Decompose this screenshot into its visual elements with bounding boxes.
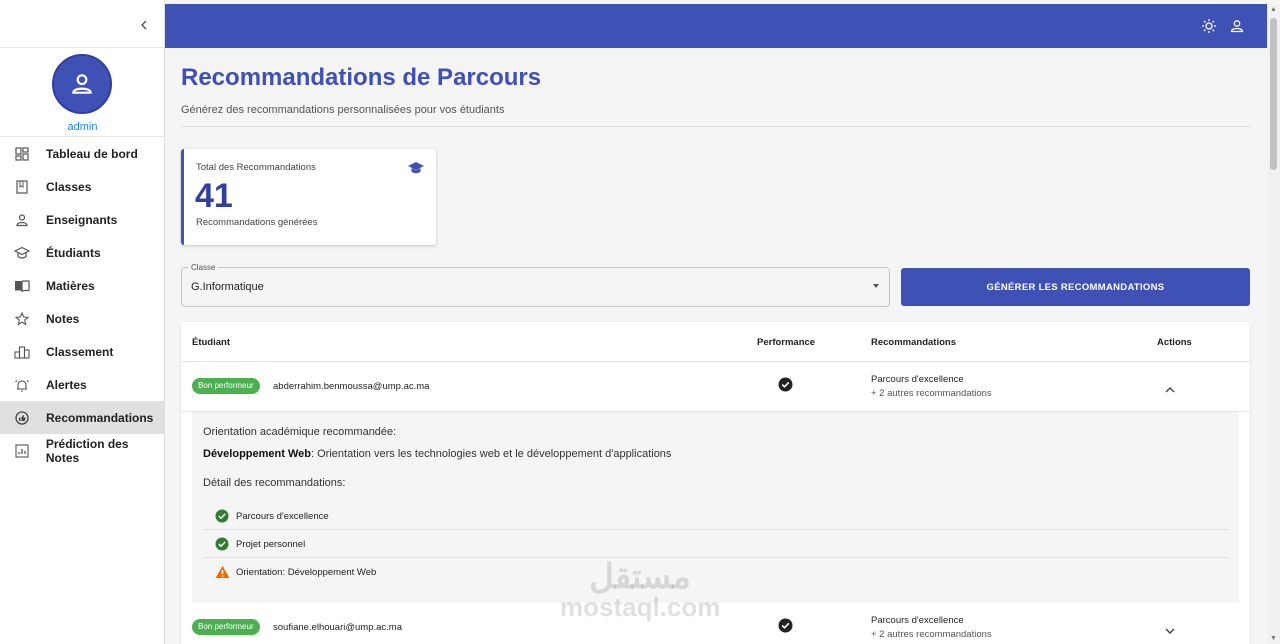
- sidebar-item-label: Tableau de bord: [46, 146, 138, 161]
- recommendation-main: Parcours d'excellence: [871, 615, 964, 626]
- school-icon: [14, 245, 30, 261]
- detail-item-text: Parcours d'excellence: [236, 511, 329, 522]
- main-content: Recommandations de Parcours Générez des …: [165, 48, 1267, 644]
- person-icon: [72, 74, 92, 94]
- analytics-icon: [14, 443, 30, 459]
- sidebar-item-label: Classes: [46, 179, 92, 194]
- list-item: Projet personnel: [203, 530, 1229, 558]
- column-header-performance: Performance: [757, 337, 816, 348]
- app-root: admin Tableau de bord Classes Enseignant…: [0, 0, 1280, 644]
- sidebar-item-tableau-de-bord[interactable]: Tableau de bord: [0, 137, 164, 170]
- orientation-title: Développement Web: [203, 448, 311, 460]
- sidebar-item-prediction-des-notes[interactable]: Prédiction des Notes: [0, 434, 164, 467]
- warning-icon: [215, 565, 230, 584]
- status-badge: Bon performeur: [192, 378, 260, 394]
- recommendation-main: Parcours d'excellence: [871, 374, 964, 385]
- scroll-up-icon[interactable]: ▲: [1269, 6, 1278, 13]
- page-title: Recommandations de Parcours: [181, 64, 542, 91]
- caret-down-icon: [873, 284, 879, 288]
- stat-caption: Recommandations générées: [196, 217, 318, 228]
- sidebar-item-notes[interactable]: Notes: [0, 302, 164, 335]
- sidebar-item-label: Alertes: [46, 377, 87, 392]
- dashboard-icon: [14, 146, 30, 162]
- stat-value: 41: [195, 177, 233, 215]
- sidebar-item-alertes[interactable]: Alertes: [0, 368, 164, 401]
- menu-book-icon: [14, 278, 30, 294]
- check-circle-icon: [215, 537, 229, 556]
- person-icon: [14, 212, 30, 228]
- column-header-actions: Actions: [1157, 337, 1192, 348]
- class-select-label: Classe: [188, 263, 219, 272]
- sidebar-item-label: Étudiants: [46, 245, 101, 260]
- detail-heading: Détail des recommandations:: [203, 477, 346, 489]
- chevron-up-icon[interactable]: [1164, 382, 1176, 400]
- avatar[interactable]: [52, 54, 112, 114]
- table-row[interactable]: Bon performeur abderrahim.benmoussa@ump.…: [181, 362, 1250, 412]
- divider: [181, 126, 1251, 127]
- check-circle-icon: [215, 509, 229, 528]
- column-header-recommendations: Recommandations: [871, 337, 956, 348]
- leaderboard-icon: [14, 344, 30, 360]
- school-icon: [407, 161, 425, 180]
- orientation-text: Développement Web: Orientation vers les …: [203, 448, 671, 460]
- list-item: Orientation: Développement Web: [203, 558, 1229, 586]
- total-recommendations-card: Total des Recommandations 41 Recommandat…: [181, 149, 436, 245]
- top-app-bar: [165, 4, 1267, 48]
- theme-toggle-icon[interactable]: [1201, 18, 1217, 34]
- detail-item-text: Orientation: Développement Web: [236, 567, 377, 578]
- status-badge: Bon performeur: [192, 619, 260, 635]
- username: admin: [67, 121, 98, 133]
- column-header-student: Étudiant: [192, 337, 230, 348]
- page-subtitle: Générez des recommandations personnalisé…: [181, 104, 505, 116]
- profile-section: admin: [0, 48, 164, 137]
- sidebar-item-label: Prédiction des Notes: [45, 436, 129, 465]
- account-icon[interactable]: [1229, 18, 1245, 34]
- check-circle-icon: [778, 618, 793, 638]
- sidebar-item-enseignants[interactable]: Enseignants: [0, 203, 164, 236]
- recommendation-detail-panel: Orientation académique recommandée: Déve…: [192, 412, 1239, 603]
- sidebar-item-label: Recommandations: [46, 410, 154, 425]
- scroll-down-icon[interactable]: ▼: [1269, 635, 1278, 642]
- sidebar-item-classement[interactable]: Classement: [0, 335, 164, 368]
- stat-label: Total des Recommandations: [196, 162, 316, 173]
- detail-item-text: Projet personnel: [236, 539, 306, 550]
- recommendation-more: + 2 autres recommandations: [871, 388, 992, 399]
- scrollbar[interactable]: ▲ ▼: [1267, 4, 1280, 644]
- table-row[interactable]: Bon performeur soufiane.elhouari@ump.ac.…: [181, 603, 1250, 644]
- orientation-heading: Orientation académique recommandée:: [203, 426, 397, 438]
- recommendation-more: + 2 autres recommandations: [871, 629, 992, 640]
- sidebar-item-label: Matières: [46, 278, 95, 293]
- orientation-description: : Orientation vers les technologies web …: [311, 448, 672, 460]
- sidebar-header: [0, 0, 164, 48]
- class-select-value: G.Informatique: [191, 281, 264, 293]
- sidebar-item-label: Classement: [46, 344, 114, 359]
- recommend-icon: [14, 410, 30, 426]
- list-item: Parcours d'excellence: [203, 502, 1229, 530]
- scroll-thumb[interactable]: [1270, 18, 1277, 170]
- recommendations-table: Étudiant Performance Recommandations Act…: [181, 322, 1250, 644]
- sidebar-item-classes[interactable]: Classes: [0, 170, 164, 203]
- sidebar-item-recommandations[interactable]: Recommandations: [0, 401, 164, 434]
- alarm-icon: [14, 377, 30, 393]
- chevron-down-icon[interactable]: [1164, 623, 1176, 641]
- class-select[interactable]: Classe G.Informatique: [181, 263, 890, 307]
- sidebar-nav: Tableau de bord Classes Enseignants Étud…: [0, 137, 164, 467]
- book-icon: [14, 179, 30, 195]
- student-email: abderrahim.benmoussa@ump.ac.ma: [273, 381, 430, 392]
- sidebar-item-matieres[interactable]: Matières: [0, 269, 164, 302]
- generate-recommendations-button[interactable]: GÉNÉRER LES RECOMMANDATIONS: [901, 268, 1250, 306]
- sidebar-item-label: Notes: [46, 311, 80, 326]
- sidebar-item-label: Enseignants: [46, 212, 118, 227]
- check-circle-icon: [778, 377, 793, 397]
- sidebar-item-etudiants[interactable]: Étudiants: [0, 236, 164, 269]
- student-email: soufiane.elhouari@ump.ac.ma: [273, 622, 402, 633]
- chevron-left-icon[interactable]: [138, 18, 150, 32]
- sidebar: admin Tableau de bord Classes Enseignant…: [0, 0, 165, 644]
- star-icon: [14, 311, 30, 327]
